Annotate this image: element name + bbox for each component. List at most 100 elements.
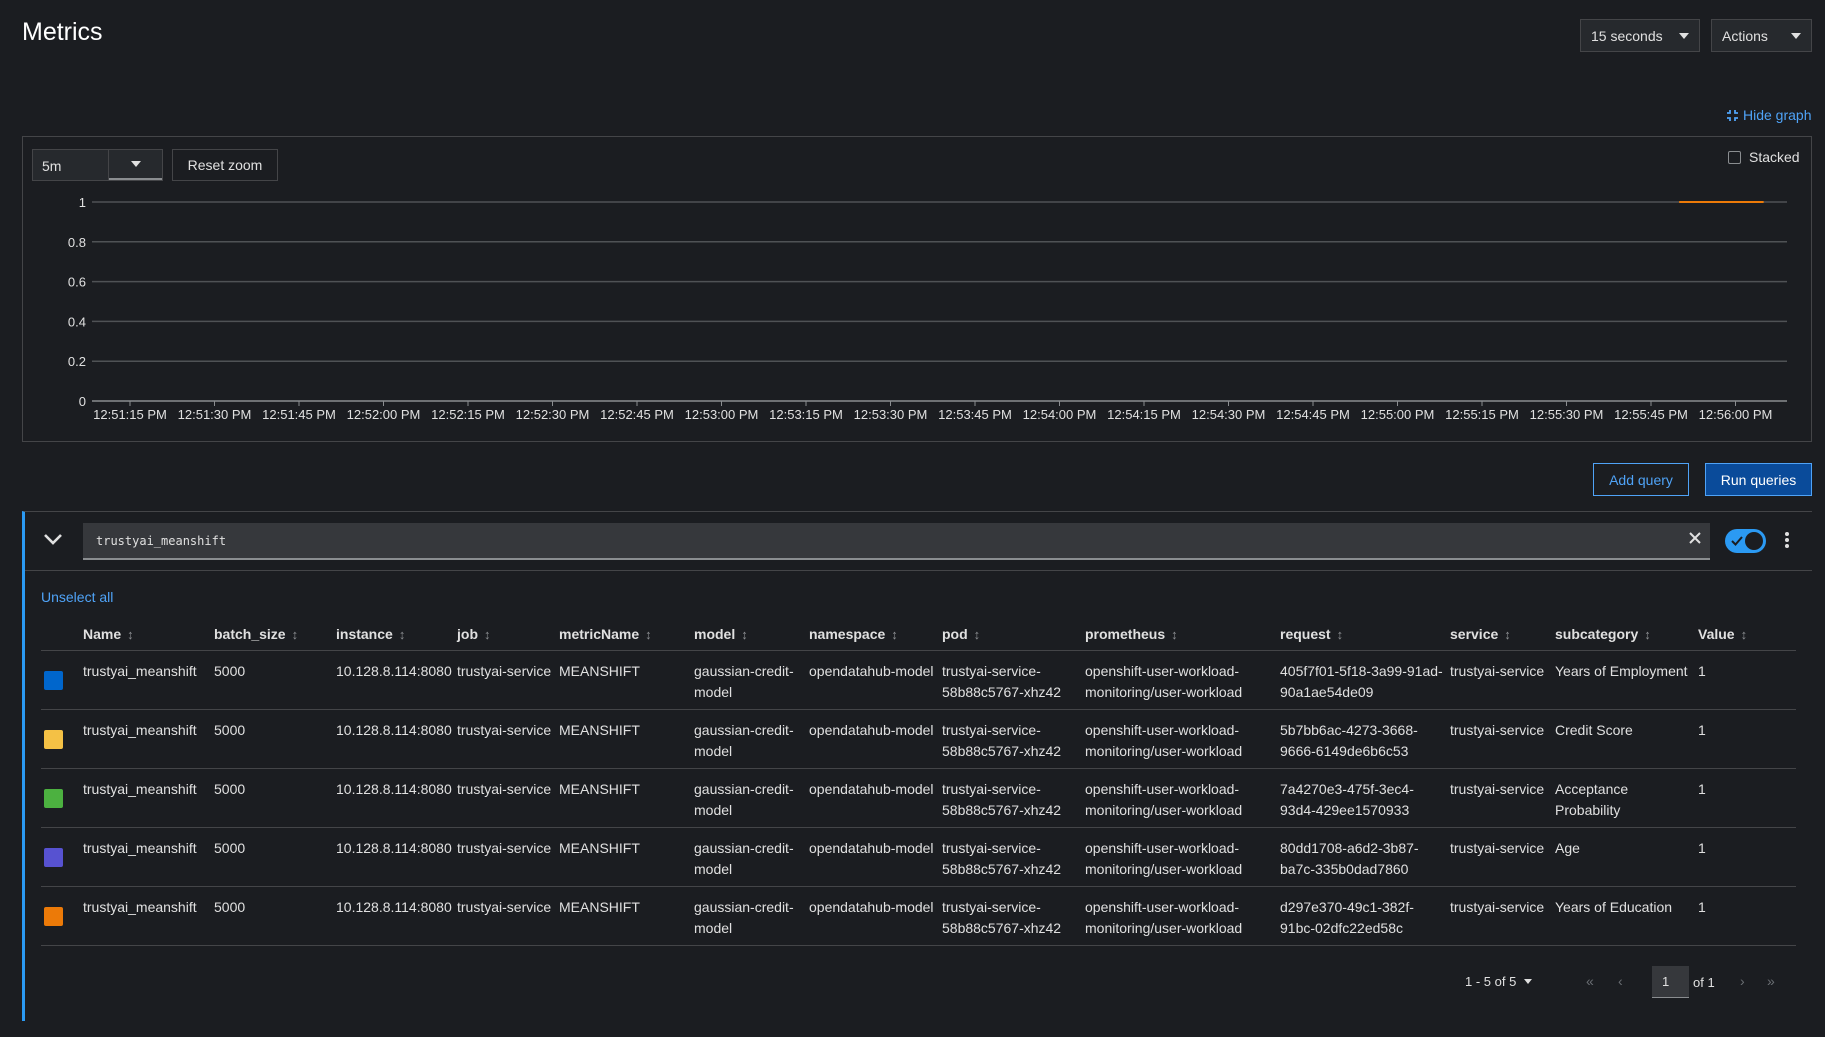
stacked-checkbox-group[interactable]: Stacked xyxy=(1728,149,1800,165)
table-cell: trustyai-service xyxy=(457,768,559,828)
table-cell: trustyai-service-58b88c5767-xhz42 xyxy=(942,650,1085,710)
y-tick-label: 1 xyxy=(79,195,86,210)
table-cell: trustyai-service-58b88c5767-xhz42 xyxy=(942,709,1085,769)
caret-down-icon xyxy=(1791,32,1801,39)
x-tick-label: 12:54:15 PM xyxy=(1107,407,1181,422)
x-tick-label: 12:54:00 PM xyxy=(1023,407,1097,422)
stacked-checkbox[interactable] xyxy=(1728,150,1741,164)
column-header[interactable]: pod ↕ xyxy=(942,618,1085,651)
series-color-swatch[interactable] xyxy=(44,906,63,926)
series-color-swatch[interactable] xyxy=(44,847,63,867)
actions-dropdown[interactable]: Actions xyxy=(1711,19,1812,52)
table-cell: trustyai-service xyxy=(1450,886,1555,946)
unselect-all-link[interactable]: Unselect all xyxy=(41,589,113,605)
first-page-icon[interactable]: « xyxy=(1586,973,1594,989)
clear-query-button[interactable] xyxy=(1688,531,1702,548)
sort-icon[interactable]: ↕ xyxy=(292,627,299,642)
table-cell: trustyai-service xyxy=(457,886,559,946)
column-header[interactable]: service ↕ xyxy=(1450,618,1555,651)
table-row[interactable]: trustyai_meanshift 5000 10.128.8.114:8080 t… xyxy=(41,886,1796,946)
column-header-label: service xyxy=(1450,625,1499,642)
table-row[interactable]: trustyai_meanshift 5000 10.128.8.114:8080 t… xyxy=(41,768,1796,828)
sort-icon[interactable]: ↕ xyxy=(1337,627,1344,642)
column-header-label: metricName xyxy=(559,625,640,642)
table-cell: gaussian-credit-model xyxy=(694,650,809,710)
sort-icon[interactable]: ↕ xyxy=(974,627,981,642)
table-cell: 10.128.8.114:8080 xyxy=(336,650,457,710)
series-color-swatch[interactable] xyxy=(44,670,63,690)
table-cell: d297e370-49c1-382f-91bc-02dfc22ed58c xyxy=(1280,886,1450,946)
table-cell: trustyai-service xyxy=(1450,650,1555,710)
add-query-button[interactable]: Add query xyxy=(1593,463,1689,496)
column-header-label: subcategory xyxy=(1555,625,1639,642)
table-cell: MEANSHIFT xyxy=(559,768,694,828)
sort-icon[interactable]: ↕ xyxy=(645,627,652,642)
table-cell: openshift-user-workload-monitoring/user-… xyxy=(1085,650,1280,710)
color-column-header xyxy=(41,618,83,651)
sort-icon[interactable]: ↕ xyxy=(741,627,748,642)
series-color-cell[interactable] xyxy=(41,650,83,710)
time-span-toggle[interactable] xyxy=(109,150,162,180)
table-cell: Acceptance Probability xyxy=(1555,768,1698,828)
series-color-cell[interactable] xyxy=(41,827,83,887)
sort-icon[interactable]: ↕ xyxy=(399,627,406,642)
time-span-value[interactable]: 5m xyxy=(33,150,109,180)
column-header-label: namespace xyxy=(809,625,886,642)
x-tick-label: 12:55:15 PM xyxy=(1445,407,1519,422)
sort-icon[interactable]: ↕ xyxy=(484,627,491,642)
column-header[interactable]: job ↕ xyxy=(457,618,559,651)
sort-icon[interactable]: ↕ xyxy=(1644,627,1651,642)
metrics-chart: 0 0.2 0.4 0.6 0.8 1 12:51:15 PM 12:51:30 PM 12:5… xyxy=(68,195,1787,422)
refresh-interval-dropdown[interactable]: 15 seconds xyxy=(1580,19,1700,52)
table-cell: MEANSHIFT xyxy=(559,650,694,710)
reset-zoom-button[interactable]: Reset zoom xyxy=(172,149,278,181)
column-header[interactable]: prometheus ↕ xyxy=(1085,618,1280,651)
column-header[interactable]: subcategory ↕ xyxy=(1555,618,1698,651)
table-cell: trustyai-service xyxy=(457,650,559,710)
x-tick-label: 12:52:15 PM xyxy=(431,407,505,422)
column-header[interactable]: batch_size ↕ xyxy=(214,618,336,651)
pagination-range-toggle[interactable]: 1 - 5 of 5 xyxy=(1465,974,1533,989)
column-header-label: model xyxy=(694,625,736,642)
column-header[interactable]: model ↕ xyxy=(694,618,809,651)
hide-graph-button[interactable]: Hide graph xyxy=(1726,107,1812,123)
table-cell: Credit Score xyxy=(1555,709,1698,769)
table-row[interactable]: trustyai_meanshift 5000 10.128.8.114:8080 t… xyxy=(41,709,1796,769)
column-header[interactable]: instance ↕ xyxy=(336,618,457,651)
table-cell: openshift-user-workload-monitoring/user-… xyxy=(1085,768,1280,828)
y-tick-label: 0.6 xyxy=(68,275,86,290)
time-span-select[interactable]: 5m xyxy=(32,149,163,181)
column-header[interactable]: namespace ↕ xyxy=(809,618,942,651)
table-cell: trustyai_meanshift xyxy=(83,709,214,769)
table-row[interactable]: trustyai_meanshift 5000 10.128.8.114:8080 t… xyxy=(41,827,1796,887)
sort-icon[interactable]: ↕ xyxy=(127,627,134,642)
query-enable-toggle[interactable] xyxy=(1725,529,1766,553)
column-header-label: prometheus xyxy=(1085,625,1166,642)
series-color-swatch[interactable] xyxy=(44,729,63,749)
caret-down-icon xyxy=(1679,32,1689,39)
column-header[interactable]: Value ↕ xyxy=(1698,618,1796,651)
run-queries-button[interactable]: Run queries xyxy=(1705,463,1812,496)
x-tick-label: 12:54:30 PM xyxy=(1192,407,1266,422)
column-header[interactable]: metricName ↕ xyxy=(559,618,694,651)
x-tick-label: 12:53:30 PM xyxy=(854,407,928,422)
sort-icon[interactable]: ↕ xyxy=(891,627,898,642)
collapse-query-button[interactable] xyxy=(43,531,63,550)
series-color-cell[interactable] xyxy=(41,768,83,828)
query-expression-input[interactable]: trustyai_meanshift xyxy=(83,523,1710,560)
sort-icon[interactable]: ↕ xyxy=(1741,627,1748,642)
table-row[interactable]: trustyai_meanshift 5000 10.128.8.114:8080 t… xyxy=(41,650,1796,710)
page-number-input[interactable]: 1 xyxy=(1652,966,1689,998)
series-color-cell[interactable] xyxy=(41,886,83,946)
sort-icon[interactable]: ↕ xyxy=(1504,627,1511,642)
table-cell: opendatahub-model xyxy=(809,886,942,946)
series-color-cell[interactable] xyxy=(41,709,83,769)
column-header[interactable]: request ↕ xyxy=(1280,618,1450,651)
query-kebab-menu[interactable] xyxy=(1784,531,1790,552)
column-header[interactable]: Name ↕ xyxy=(83,618,214,651)
sort-icon[interactable]: ↕ xyxy=(1171,627,1178,642)
next-page-icon[interactable]: › xyxy=(1740,973,1745,989)
series-color-swatch[interactable] xyxy=(44,788,63,808)
last-page-icon[interactable]: » xyxy=(1767,973,1775,989)
previous-page-icon[interactable]: ‹ xyxy=(1618,973,1623,989)
